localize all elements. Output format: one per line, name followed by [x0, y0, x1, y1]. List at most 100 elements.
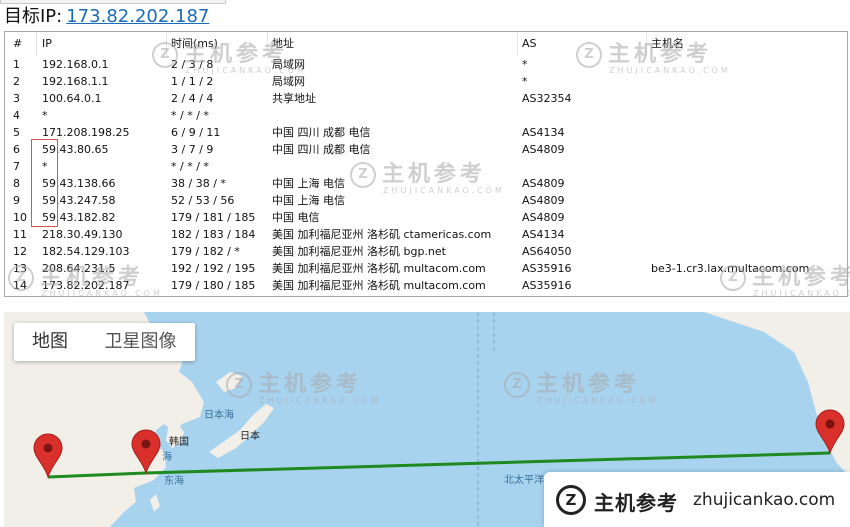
- table-row[interactable]: 1 192.168.0.1 2 / 3 / 8 局域网 *: [5, 56, 847, 73]
- hop-ip: 208.64.231.5: [42, 262, 116, 275]
- table-row[interactable]: 11 218.30.49.130 182 / 183 / 184 美国 加利福尼亚州 …: [5, 226, 847, 243]
- target-ip-link[interactable]: 173.82.202.187: [66, 6, 209, 27]
- hop-number: 12: [13, 245, 27, 258]
- hop-number: 1: [13, 58, 20, 71]
- hop-address: 共享地址: [272, 92, 316, 105]
- hop-time: 179 / 181 / 185: [171, 211, 256, 224]
- hop-as: *: [522, 75, 528, 88]
- table-row[interactable]: 2 192.168.1.1 1 / 1 / 2 局域网 *: [5, 73, 847, 90]
- hop-ip: 218.30.49.130: [42, 228, 123, 241]
- hop-time: 1 / 1 / 2: [171, 75, 214, 88]
- hop-ip: 100.64.0.1: [42, 92, 102, 105]
- hop-address: 中国 电信: [272, 211, 320, 224]
- hop-number: 3: [13, 92, 20, 105]
- table-row[interactable]: 13 208.64.231.5 192 / 192 / 195 美国 加利福尼亚州 洛…: [5, 260, 847, 277]
- taiwan-land: [150, 494, 160, 512]
- hop-ip: 173.82.202.187: [42, 279, 130, 292]
- hop-address: 中国 四川 成都 电信: [272, 143, 371, 156]
- hop-address: 局域网: [272, 75, 305, 88]
- hop-time: 192 / 192 / 195: [171, 262, 256, 275]
- header-address[interactable]: 地址: [272, 35, 294, 52]
- table-row[interactable]: 12 182.54.129.103 179 / 182 / * 美国 加利福尼亚州 洛…: [5, 243, 847, 260]
- hop-time: 52 / 53 / 56: [171, 194, 235, 207]
- hop-number: 10: [13, 211, 27, 224]
- hop-number: 14: [13, 279, 27, 292]
- hop-ip: 182.54.129.103: [42, 245, 130, 258]
- table-header: # IP 时间(ms) 地址 AS 主机名: [5, 35, 847, 52]
- hop-time: 6 / 9 / 11: [171, 126, 221, 139]
- hop-time: 3 / 7 / 9: [171, 143, 214, 156]
- hop-address: 中国 上海 电信: [272, 177, 345, 190]
- hop-address: 中国 四川 成都 电信: [272, 126, 371, 139]
- label-east-sea: 东海: [164, 476, 184, 487]
- label-yellow-sea: 海: [162, 452, 172, 463]
- hop-address: 美国 加利福尼亚州 洛杉矶 multacom.com: [272, 262, 486, 275]
- hop-as: AS4809: [522, 177, 565, 190]
- hop-as: AS4134: [522, 126, 565, 139]
- brand-name: 主机参考: [594, 491, 678, 515]
- tab-map[interactable]: 地图: [14, 323, 86, 361]
- table-row[interactable]: 7 * * / * / *: [5, 158, 847, 175]
- hop-hostname: be3-1.cr3.lax.multacom.com: [651, 262, 810, 275]
- label-sea-of-japan: 日本海: [204, 410, 234, 421]
- hop-as: AS4134: [522, 228, 565, 241]
- header-time[interactable]: 时间(ms): [171, 35, 218, 52]
- hop-time: 182 / 183 / 184: [171, 228, 256, 241]
- hop-address: 局域网: [272, 58, 305, 71]
- hop-number: 6: [13, 143, 20, 156]
- hop-number: 11: [13, 228, 27, 241]
- brand-logo-icon: Z: [556, 485, 586, 515]
- target-label: 目标IP:: [4, 6, 63, 27]
- header-ip[interactable]: IP: [42, 35, 52, 52]
- hop-address: 中国 上海 电信: [272, 194, 345, 207]
- tab-strip: [0, 0, 226, 4]
- highlight-box: [31, 139, 58, 227]
- table-row[interactable]: 10 59.43.182.82 179 / 181 / 185 中国 电信 AS4809: [5, 209, 847, 226]
- hop-as: AS4809: [522, 143, 565, 156]
- traceroute-table: # IP 时间(ms) 地址 AS 主机名 1 192.168.0.1 2 / 3 …: [4, 31, 848, 297]
- header-as[interactable]: AS: [522, 35, 537, 52]
- label-japan: 日本: [240, 431, 260, 442]
- table-row[interactable]: 6 59.43.80.65 3 / 7 / 9 中国 四川 成都 电信 AS4809: [5, 141, 847, 158]
- header-hostname[interactable]: 主机名: [651, 35, 684, 52]
- table-row[interactable]: 8 59.43.138.66 38 / 38 / * 中国 上海 电信 AS4809: [5, 175, 847, 192]
- hop-time: 2 / 3 / 8: [171, 58, 214, 71]
- hop-address: 美国 加利福尼亚州 洛杉矶 multacom.com: [272, 279, 486, 292]
- hop-number: 2: [13, 75, 20, 88]
- brand-url[interactable]: zhujicankao.com: [693, 490, 835, 510]
- map-type-control: 地图 卫星图像: [14, 323, 195, 361]
- table-row[interactable]: 3 100.64.0.1 2 / 4 / 4 共享地址 AS32354: [5, 90, 847, 107]
- hop-number: 8: [13, 177, 20, 190]
- hokkaido-land: [216, 372, 242, 392]
- hop-address: 美国 加利福尼亚州 洛杉矶 ctamericas.com: [272, 228, 492, 241]
- hop-as: AS35916: [522, 279, 572, 292]
- hop-ip: 192.168.0.1: [42, 58, 109, 71]
- brand-badge: Z 主机参考 zhujicankao.com: [544, 472, 850, 527]
- tab-satellite[interactable]: 卫星图像: [86, 323, 195, 361]
- hop-time: * / * / *: [171, 160, 209, 173]
- hop-number: 4: [13, 109, 20, 122]
- hop-time: 179 / 180 / 185: [171, 279, 256, 292]
- hop-time: * / * / *: [171, 109, 209, 122]
- label-north-pacific: 北太平洋: [504, 475, 544, 486]
- table-row[interactable]: 14 173.82.202.187 179 / 180 / 185 美国 加利福尼亚州…: [5, 277, 847, 294]
- hop-as: AS32354: [522, 92, 572, 105]
- table-row[interactable]: 9 59.43.247.58 52 / 53 / 56 中国 上海 电信 AS4809: [5, 192, 847, 209]
- hop-number: 13: [13, 262, 27, 275]
- hop-as: AS35916: [522, 262, 572, 275]
- label-korea: 韩国: [169, 437, 189, 448]
- hop-number: 5: [13, 126, 20, 139]
- hop-as: AS64050: [522, 245, 572, 258]
- table-row[interactable]: 5 171.208.198.25 6 / 9 / 11 中国 四川 成都 电信 AS41…: [5, 124, 847, 141]
- hop-number: 7: [13, 160, 20, 173]
- target-ip-line: 目标IP: 173.82.202.187: [4, 6, 209, 28]
- hop-time: 38 / 38 / *: [171, 177, 226, 190]
- hop-ip: 192.168.1.1: [42, 75, 109, 88]
- hop-time: 179 / 182 / *: [171, 245, 240, 258]
- hop-as: *: [522, 58, 528, 71]
- hop-ip: *: [42, 109, 48, 122]
- table-row[interactable]: 4 * * / * / *: [5, 107, 847, 124]
- hop-address: 美国 加利福尼亚州 洛杉矶 bgp.net: [272, 245, 446, 258]
- hop-number: 9: [13, 194, 20, 207]
- header-hop[interactable]: #: [13, 35, 22, 52]
